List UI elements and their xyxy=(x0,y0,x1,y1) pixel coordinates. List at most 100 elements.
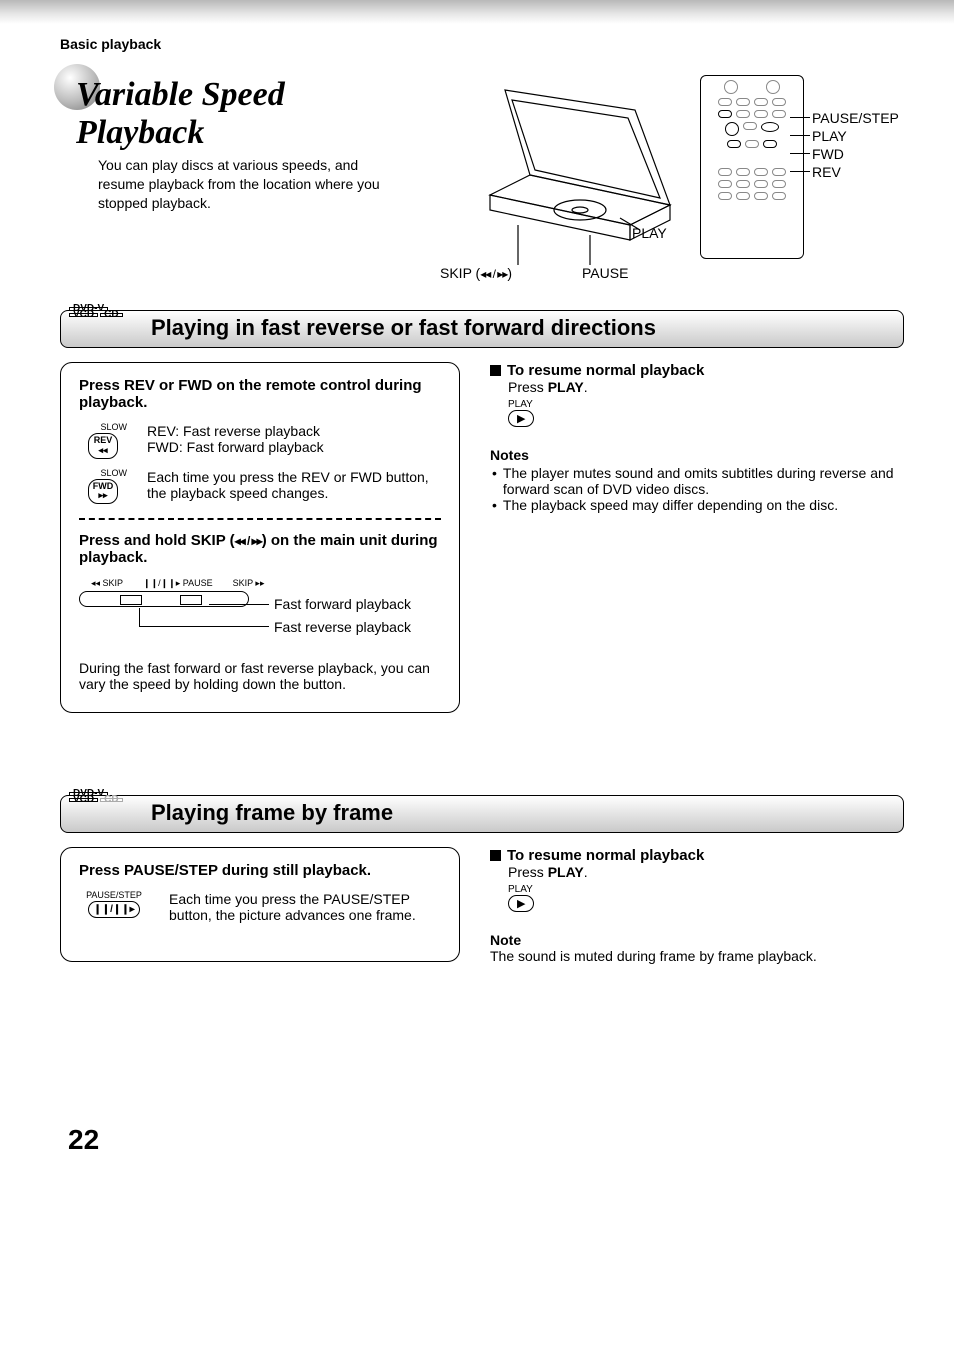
player-illustration-icon xyxy=(420,70,690,280)
s1-left-head2: Press and hold SKIP (◂◂ / ▸▸) on the mai… xyxy=(79,532,441,566)
resume-head-2: To resume normal playback xyxy=(490,847,904,864)
s2-left-head: Press PAUSE/STEP during still playback. xyxy=(79,862,441,879)
rev-desc: REV: Fast reverse playback xyxy=(147,423,324,439)
notes-list-1: The player mutes sound and omits subtitl… xyxy=(490,465,904,513)
badge-vcd: VCD xyxy=(69,313,98,317)
fr-label: Fast reverse playback xyxy=(274,619,411,635)
s1-left-tail: During the fast forward or fast reverse … xyxy=(79,660,441,692)
section1-left-box: Press REV or FWD on the remote control d… xyxy=(60,362,460,713)
pause-step-row: PAUSE/STEP ❙❙/❙❙▸ Each time you press th… xyxy=(79,891,441,923)
resume-b: PLAY xyxy=(548,864,584,880)
leader-line xyxy=(790,171,810,172)
fwd-row: SLOW FWD▸▸ Each time you press the REV o… xyxy=(79,469,441,505)
section2-left-box: Press PAUSE/STEP during still playback. … xyxy=(60,847,460,962)
pause-step-desc: Each time you press the PAUSE/STEP butto… xyxy=(169,891,441,923)
s1-left-head1: Press REV or FWD on the remote control d… xyxy=(79,377,441,411)
unit-skip-r: SKIP ▸▸ xyxy=(233,578,265,589)
page-content: Basic playback Variable Speed Playback Y… xyxy=(0,24,954,1176)
play-icon-label: PLAY xyxy=(508,399,904,410)
play-button-icon-2: PLAY ▶ xyxy=(508,884,904,912)
skip-suffix: ) xyxy=(507,265,512,281)
remote-play-label: PLAY xyxy=(812,128,847,144)
pause-step-button-icon: PAUSE/STEP ❙❙/❙❙▸ xyxy=(79,891,149,918)
note-head-2: Note xyxy=(490,932,904,948)
head2-skip-glyph-icon: ◂◂ / ▸▸ xyxy=(235,534,262,548)
pause-step-pill: ❙❙/❙❙▸ xyxy=(88,901,139,918)
hero-subtitle: You can play discs at various speeds, an… xyxy=(98,156,400,213)
rev-row: SLOW REV◂◂ REV: Fast reverse playback FW… xyxy=(79,423,441,459)
fwd-slow-label: SLOW xyxy=(79,469,127,479)
section1-title-bar: DVD-V VCDCD Playing in fast reverse or f… xyxy=(60,310,904,348)
section1-title: Playing in fast reverse or fast forward … xyxy=(151,315,656,340)
section1-badges: DVD-V VCDCD xyxy=(69,307,125,317)
play-icon-label: PLAY xyxy=(508,884,904,895)
note-item: The player mutes sound and omits subtitl… xyxy=(490,465,904,497)
note-item: The playback speed may differ depending … xyxy=(490,497,904,513)
note-text: The player mutes sound and omits subtitl… xyxy=(503,465,904,497)
rev-fwd-desc: REV: Fast reverse playback FWD: Fast for… xyxy=(147,423,324,455)
main-unit-diagram: ◂◂ SKIP ❙❙/❙❙▸ PAUSE SKIP ▸▸ Fast forwar… xyxy=(79,578,441,638)
fwd-pill-label: FWD xyxy=(93,481,114,491)
fwd-desc: FWD: Fast forward playback xyxy=(147,439,324,455)
badge-vcd: VCD xyxy=(69,798,98,802)
resume-body-2: Press PLAY. xyxy=(508,864,904,880)
speed-desc: Each time you press the REV or FWD butto… xyxy=(147,469,441,501)
remote-illustration-icon xyxy=(700,75,804,259)
fwd-button-icon: SLOW FWD▸▸ xyxy=(79,469,127,505)
ff-label: Fast forward playback xyxy=(274,596,411,612)
remote-rev-label: REV xyxy=(812,164,841,180)
hero-title: Variable Speed Playback xyxy=(76,76,400,152)
section2-body: Press PAUSE/STEP during still playback. … xyxy=(60,847,904,964)
play-pill-icon: ▶ xyxy=(508,410,534,427)
head2-a: Press and hold SKIP ( xyxy=(79,532,235,549)
resume-c: . xyxy=(584,379,588,395)
badge-cd: CD xyxy=(100,313,122,317)
notes-head-1: Notes xyxy=(490,447,904,463)
rev-pill-sym: ◂◂ xyxy=(98,445,107,455)
leader-line xyxy=(790,117,810,118)
section2-badges: DVD-V VCDCD xyxy=(69,792,125,802)
device-play-label: PLAY xyxy=(632,225,667,241)
resume-a: Press xyxy=(508,864,548,880)
rev-slow-label: SLOW xyxy=(79,423,127,433)
note-body-2: The sound is muted during frame by frame… xyxy=(490,948,904,964)
hero-row: Variable Speed Playback You can play dis… xyxy=(60,70,904,290)
section-label: Basic playback xyxy=(60,36,904,52)
dashed-separator xyxy=(79,518,441,520)
leader-line xyxy=(790,153,810,154)
rev-pill-label: REV xyxy=(94,435,113,445)
resume-c: . xyxy=(584,864,588,880)
page-number: 22 xyxy=(60,1124,904,1156)
leader-vline xyxy=(139,608,140,626)
leader-line xyxy=(139,626,269,627)
remote-pause-step-label: PAUSE/STEP xyxy=(812,110,899,126)
unit-skip-l: ◂◂ SKIP xyxy=(91,578,123,589)
unit-pause: ❙❙/❙❙▸ PAUSE xyxy=(143,578,213,589)
device-skip-label: SKIP (◂◂ / ▸▸) xyxy=(440,265,512,281)
top-gradient-bar xyxy=(0,0,954,24)
fwd-pill-sym: ▸▸ xyxy=(98,490,107,500)
section1-right: To resume normal playback Press PLAY. PL… xyxy=(490,362,904,513)
section2-right: To resume normal playback Press PLAY. PL… xyxy=(490,847,904,964)
leader-line xyxy=(790,135,810,136)
resume-head-1: To resume normal playback xyxy=(490,362,904,379)
resume-b: PLAY xyxy=(548,379,584,395)
skip-prefix: SKIP ( xyxy=(440,265,480,281)
device-pause-label: PAUSE xyxy=(582,265,628,281)
section2-title: Playing frame by frame xyxy=(151,800,393,825)
resume-a: Press xyxy=(508,379,548,395)
leader-line xyxy=(209,604,269,605)
resume-body-1: Press PLAY. xyxy=(508,379,904,395)
section1-body: Press REV or FWD on the remote control d… xyxy=(60,362,904,713)
rev-button-icon: SLOW REV◂◂ xyxy=(79,423,127,459)
pause-step-top: PAUSE/STEP xyxy=(79,891,149,901)
note-text: The playback speed may differ depending … xyxy=(503,497,838,513)
skip-glyph-icon: ◂◂ / ▸▸ xyxy=(480,267,507,281)
play-button-icon-1: PLAY ▶ xyxy=(508,399,904,427)
badge-cd-dim: CD xyxy=(100,798,122,802)
device-diagram-area: PLAY SKIP (◂◂ / ▸▸) PAUSE PAUSE/STEP PLA… xyxy=(420,70,904,290)
remote-fwd-label: FWD xyxy=(812,146,844,162)
play-pill-icon: ▶ xyxy=(508,895,534,912)
hero-text: Variable Speed Playback You can play dis… xyxy=(60,70,400,290)
section2-title-bar: DVD-V VCDCD Playing frame by frame xyxy=(60,795,904,833)
